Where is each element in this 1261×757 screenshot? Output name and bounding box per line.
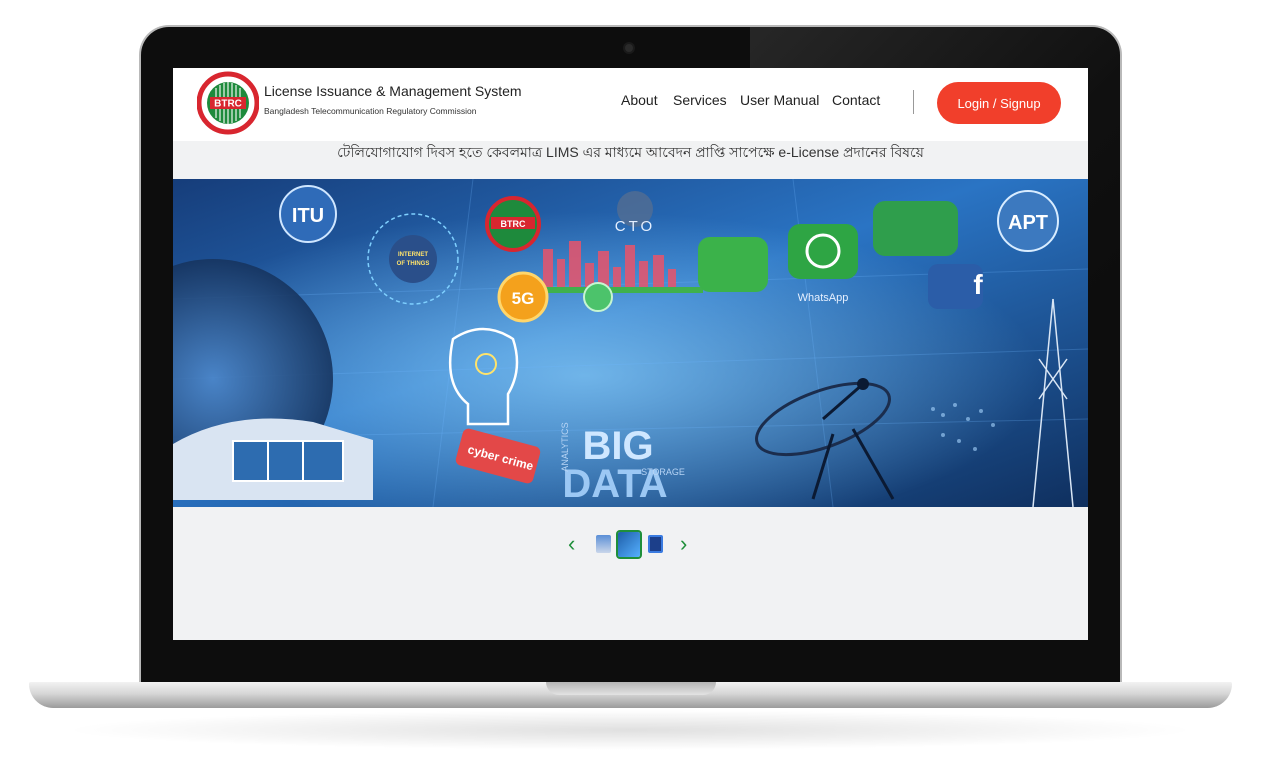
laptop-shadow (60, 710, 1200, 750)
nav-contact[interactable]: Contact (832, 92, 880, 108)
svg-text:APT: APT (1008, 212, 1048, 234)
app-subtitle: Bangladesh Telecommunication Regulatory … (264, 106, 477, 116)
carousel-prev-button[interactable]: ‹ (568, 531, 575, 557)
svg-text:BTRC: BTRC (214, 99, 242, 110)
svg-text:INTERNET: INTERNET (398, 252, 428, 258)
screen: BTRC License Issuance & Management Syste… (173, 68, 1088, 640)
carousel-thumb-1[interactable] (596, 535, 611, 553)
carousel-thumb-3[interactable] (648, 535, 663, 553)
laptop-mockup: BTRC License Issuance & Management Syste… (0, 0, 1261, 757)
btrc-logo-icon[interactable]: BTRC (197, 68, 259, 138)
svg-text:f: f (973, 269, 983, 300)
svg-text:OF THINGS: OF THINGS (397, 261, 430, 267)
nav-services[interactable]: Services (673, 92, 727, 108)
svg-text:WhatsApp: WhatsApp (798, 292, 849, 304)
svg-text:CTO: CTO (615, 218, 655, 235)
svg-text:5G: 5G (512, 289, 535, 308)
laptop-notch (546, 682, 716, 695)
svg-text:ITU: ITU (292, 205, 324, 227)
nav-about[interactable]: About (621, 92, 658, 108)
carousel-next-button[interactable]: › (680, 531, 687, 557)
login-signup-button[interactable]: Login / Signup (937, 82, 1061, 124)
camera-icon (625, 44, 633, 52)
nav-divider (913, 90, 914, 114)
carousel-thumb-2-active[interactable] (616, 530, 642, 559)
app-title: License Issuance & Management System (264, 83, 522, 99)
carousel-controls: ‹ › (568, 530, 693, 561)
svg-text:BTRC: BTRC (501, 219, 526, 229)
hero-banner-image: ITU INTERNET OF THINGS BTRC 5G CTO Whats… (173, 179, 1088, 507)
notice-text[interactable]: টেলিযোগাযোগ দিবস হতে কেবলমাত্র LIMS এর ম… (173, 141, 1088, 165)
nav-user-manual[interactable]: User Manual (740, 92, 819, 108)
svg-text:ANALYTICS: ANALYTICS (560, 422, 570, 471)
site-header: BTRC License Issuance & Management Syste… (173, 68, 1088, 141)
svg-text:STORAGE: STORAGE (641, 467, 685, 477)
